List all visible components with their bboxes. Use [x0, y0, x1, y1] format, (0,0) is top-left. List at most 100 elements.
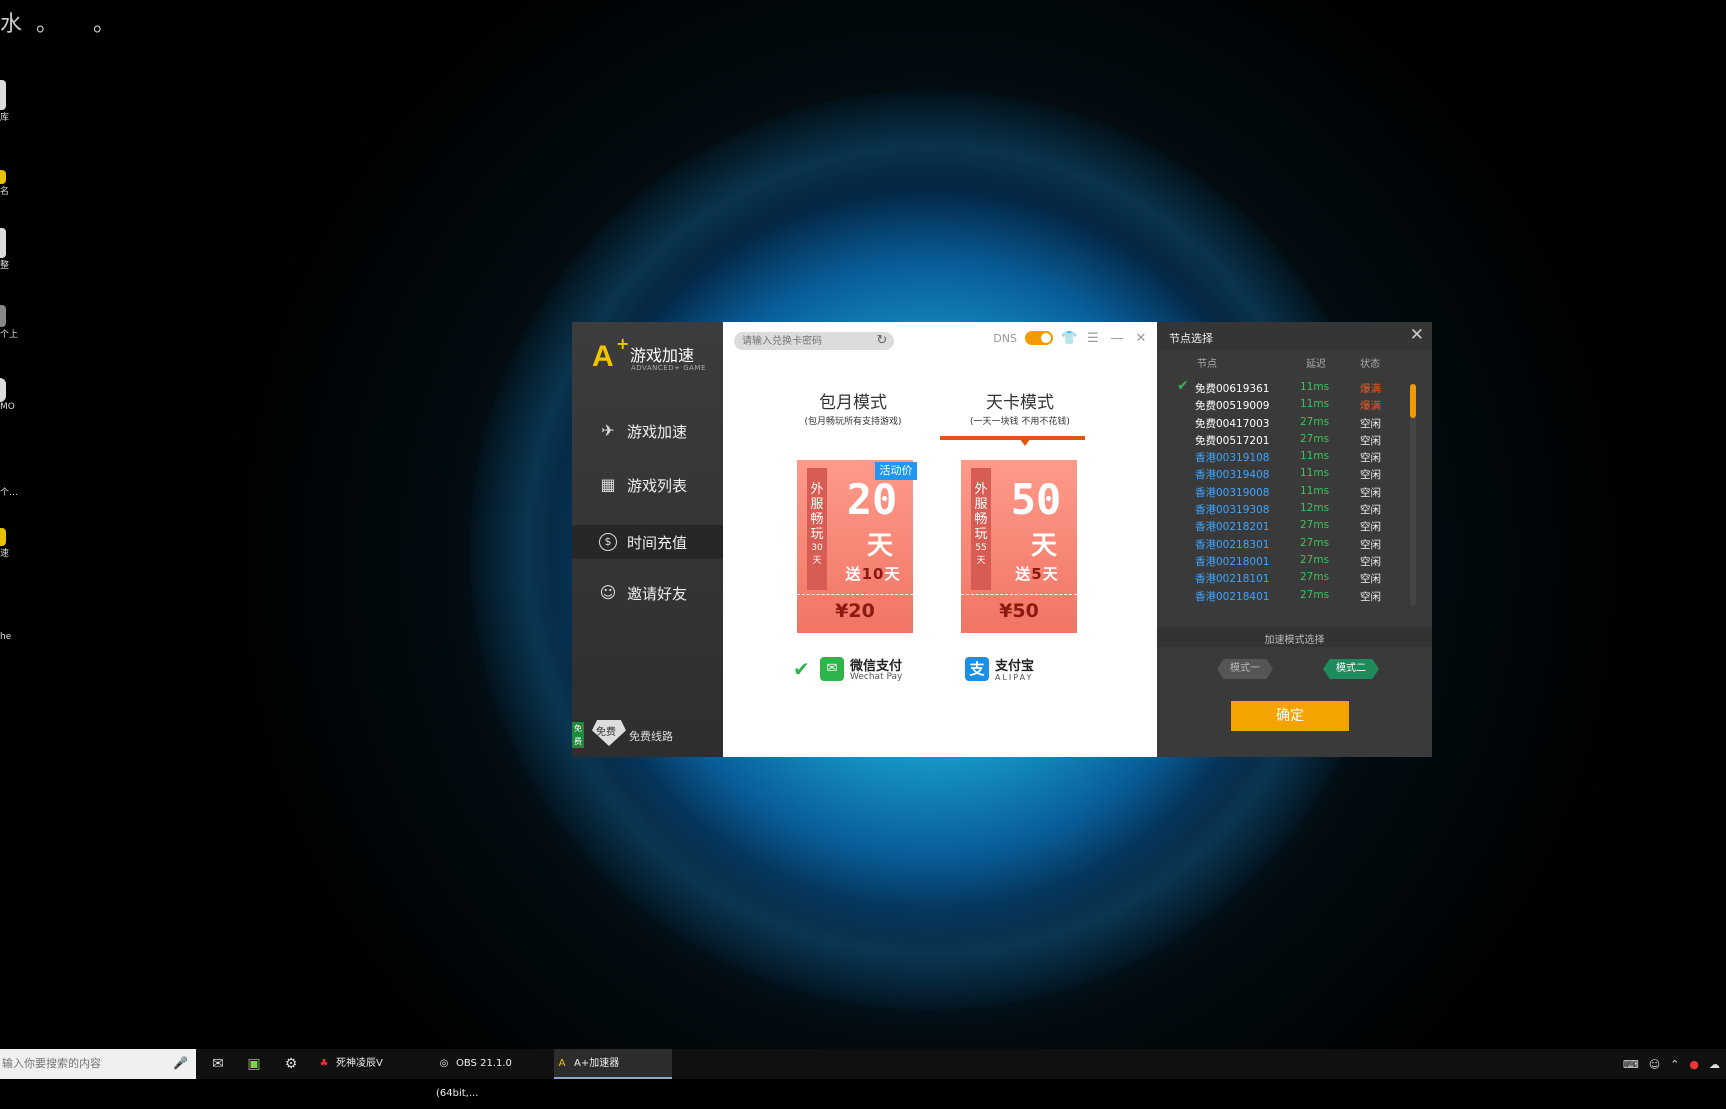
- node-latency: 12ms: [1300, 502, 1330, 515]
- mode-daily[interactable]: 天卡模式 (一天一块钱 不用不花钱): [940, 388, 1085, 446]
- node-status: 空闲: [1360, 452, 1381, 465]
- accel-mode-title: 加速模式选择: [1264, 635, 1325, 646]
- sidebar-item-game-list[interactable]: ▦ 游戏列表: [572, 468, 723, 502]
- node-row[interactable]: ✔ 免费00619361 11ms 爆满: [1157, 378, 1417, 397]
- node-row[interactable]: 香港00319408 11ms 空闲: [1157, 466, 1417, 483]
- node-name: 免费00517201: [1195, 434, 1270, 447]
- desktop-icon[interactable]: 库: [0, 80, 40, 123]
- mode-one-button[interactable]: 模式一: [1217, 659, 1273, 679]
- node-select-panel: 节点选择 ✕ 节点 延迟 状态 ✔ 免费00619361 11ms 爆满 免费00519…: [1157, 322, 1432, 757]
- node-row[interactable]: 香港00319008 11ms 空闲: [1157, 484, 1417, 501]
- node-row[interactable]: 免费00417003 27ms 空闲: [1157, 415, 1417, 432]
- chevron-up-icon[interactable]: ⌃: [1670, 1058, 1679, 1071]
- desktop-icon[interactable]: he: [0, 632, 40, 642]
- mode-monthly[interactable]: 包月模式 (包月畅玩所有支持游戏): [788, 388, 918, 427]
- mail-icon[interactable]: ✉: [208, 1054, 228, 1074]
- card-divider: [797, 594, 913, 595]
- skin-icon[interactable]: 👕: [1061, 331, 1077, 346]
- sidebar-item-recharge[interactable]: $ 时间充值: [572, 525, 723, 559]
- accel-mode-section: 加速模式选择: [1157, 627, 1432, 647]
- node-status: 空闲: [1360, 573, 1381, 586]
- node-latency: 27ms: [1300, 553, 1330, 566]
- sidebar-item-label: 时间充值: [627, 533, 688, 552]
- wechat-icon: ✉: [820, 657, 844, 681]
- plan-card-50[interactable]: 外 服 畅 玩 55 天 50 天 送5天 ¥50: [961, 460, 1077, 633]
- node-row[interactable]: 香港00319308 12ms 空闲: [1157, 501, 1417, 518]
- desktop-icon[interactable]: MO: [0, 378, 40, 412]
- card-days-number: 50: [1010, 475, 1062, 524]
- node-name: 香港00319008: [1195, 486, 1270, 499]
- node-latency: 11ms: [1300, 450, 1330, 463]
- dns-label: DNS: [993, 331, 1017, 345]
- node-latency: 27ms: [1300, 415, 1330, 428]
- card-vert-char: 服: [974, 497, 988, 512]
- card-vert-char: 外: [974, 482, 988, 497]
- redeem-code-input[interactable]: [742, 334, 868, 348]
- desktop-icon[interactable]: 整: [0, 228, 40, 271]
- free-line-button[interactable]: 免费 免费 免费线路: [572, 720, 723, 750]
- desktop-icon[interactable]: 速: [0, 528, 40, 559]
- minimize-icon[interactable]: —: [1109, 331, 1125, 346]
- desktop-icon-label: 库: [0, 113, 10, 123]
- pay-wechat-option[interactable]: ✉ 微信支付 Wechat Pay: [820, 655, 910, 685]
- cloud-icon[interactable]: ☁: [1709, 1058, 1720, 1071]
- taskbar-app-accelerator[interactable]: A A+加速器: [554, 1049, 672, 1079]
- node-row[interactable]: 香港00319108 11ms 空闲: [1157, 449, 1417, 466]
- node-row[interactable]: 香港00218401 27ms 空闲: [1157, 588, 1417, 605]
- sidebar-item-invite[interactable]: ☺ 邀请好友: [572, 576, 723, 610]
- people-icon[interactable]: ☺: [1649, 1058, 1660, 1071]
- dns-toggle[interactable]: [1025, 331, 1053, 345]
- app-logo: A + 游戏加速 ADVANCED+ GAME: [592, 334, 717, 378]
- desktop-icon-label: 个…: [0, 488, 19, 498]
- menu-icon[interactable]: ☰: [1085, 331, 1101, 346]
- grid-icon: ▦: [600, 475, 616, 494]
- node-status: 爆满: [1360, 383, 1381, 395]
- bonus-num: 5: [1031, 565, 1043, 583]
- mode-two-button[interactable]: 模式二: [1323, 659, 1379, 679]
- node-panel-title: 节点选择: [1169, 332, 1213, 345]
- node-row[interactable]: 香港00218301 27ms 空闲: [1157, 536, 1417, 553]
- node-name: 香港00218401: [1195, 590, 1270, 603]
- node-list: ✔ 免费00619361 11ms 爆满 免费00519009 11ms 爆满 免费00417…: [1157, 378, 1417, 605]
- taskbar-search-input[interactable]: [2, 1057, 172, 1070]
- free-line-label: 免费线路: [629, 730, 673, 743]
- node-latency: 11ms: [1300, 398, 1330, 411]
- close-icon[interactable]: ✕: [1410, 325, 1424, 345]
- free-badge: 免费: [596, 727, 616, 738]
- qq-icon[interactable]: ●: [1689, 1058, 1699, 1071]
- card-vert-char: 服: [810, 497, 824, 512]
- bonus-pre: 送: [1015, 565, 1032, 583]
- desktop-icon[interactable]: 名: [0, 170, 40, 197]
- node-status: 爆满: [1360, 400, 1381, 413]
- microphone-icon[interactable]: 🎤: [173, 1056, 188, 1070]
- desktop-icon[interactable]: 个上: [0, 305, 40, 340]
- taskbar-app-obs[interactable]: ◎ OBS 21.1.0 (64bit,...: [436, 1049, 548, 1099]
- pay-en: ALIPAY: [995, 673, 1034, 682]
- confirm-button[interactable]: 确定: [1231, 701, 1349, 731]
- plan-card-20[interactable]: 外 服 畅 玩 30 天 20 天 送10天 ¥20 活动价: [797, 460, 917, 633]
- mode-subtitle: (包月畅玩所有支持游戏): [804, 417, 902, 427]
- refresh-icon[interactable]: ↻: [874, 333, 890, 349]
- desktop-icon[interactable]: 个…: [0, 485, 40, 498]
- close-icon[interactable]: ✕: [1133, 331, 1149, 346]
- steam-icon[interactable]: ⚙: [281, 1054, 301, 1074]
- bonus-num: 10: [861, 565, 885, 583]
- mode-title: 天卡模式: [986, 393, 1054, 413]
- card-vert-days: 30: [811, 543, 823, 553]
- app-subtitle: ADVANCED+ GAME: [631, 364, 706, 372]
- obs-icon: ◎: [439, 1058, 449, 1069]
- card-vert-char: 畅: [974, 512, 988, 527]
- sidebar-item-game-accel[interactable]: ✈ 游戏加速: [572, 414, 723, 448]
- pay-alipay-option[interactable]: 支 支付宝 ALIPAY: [965, 655, 1055, 685]
- node-row[interactable]: 香港00218201 27ms 空闲: [1157, 518, 1417, 535]
- node-row[interactable]: 免费00517201 27ms 空闲: [1157, 432, 1417, 449]
- mode-subtitle: (一天一块钱 不用不花钱): [970, 417, 1070, 427]
- col-header-status: 状态: [1360, 359, 1380, 370]
- node-row[interactable]: 免费00519009 11ms 爆满: [1157, 397, 1417, 414]
- iqiyi-icon[interactable]: ▣: [244, 1054, 264, 1074]
- node-row[interactable]: 香港00218101 27ms 空闲: [1157, 570, 1417, 587]
- keyboard-icon[interactable]: ⌨: [1623, 1058, 1639, 1071]
- sidebar-item-label: 游戏加速: [627, 422, 688, 441]
- taskbar-app-game[interactable]: ♣ 死神凌辰V: [316, 1049, 426, 1079]
- node-row[interactable]: 香港00218001 27ms 空闲: [1157, 553, 1417, 570]
